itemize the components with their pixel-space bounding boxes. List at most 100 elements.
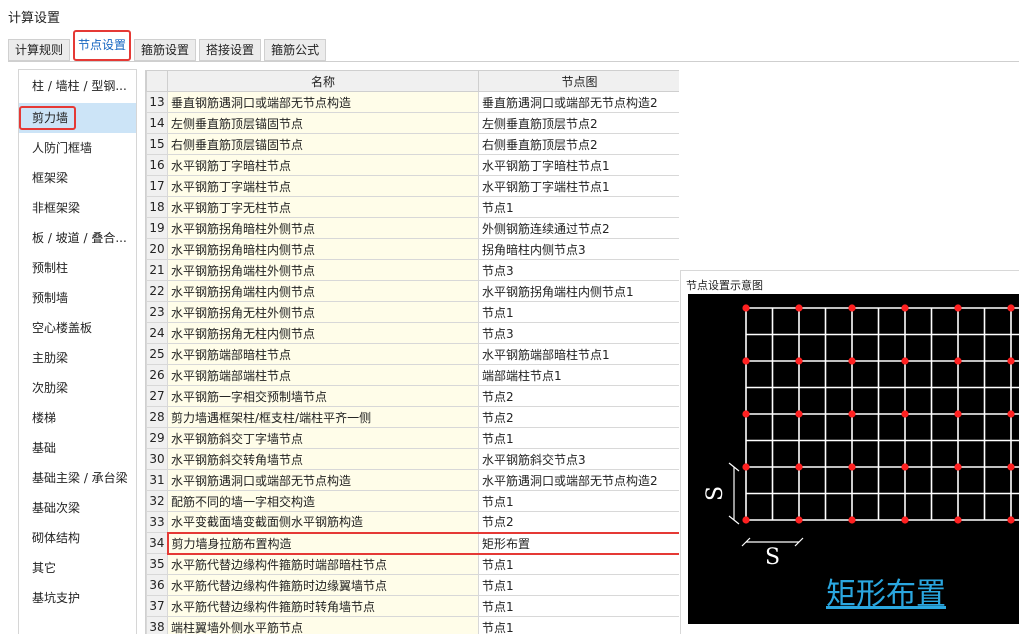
table-row[interactable]: 16 水平钢筋丁字暗柱节点 水平钢筋丁字暗柱节点1	[146, 154, 679, 176]
sidebar-item[interactable]: 框架梁	[19, 163, 136, 193]
sidebar-item[interactable]: 预制墙	[19, 283, 136, 313]
sidebar-item[interactable]: 次肋梁	[19, 373, 136, 403]
row-node[interactable]: 节点1	[478, 490, 679, 512]
sidebar-item[interactable]: 空心楼盖板	[19, 313, 136, 343]
row-name[interactable]: 水平钢筋丁字暗柱节点	[167, 154, 479, 176]
sidebar-item[interactable]: 主肋梁	[19, 343, 136, 373]
row-name[interactable]: 水平筋代替边缘构件箍筋时端部暗柱节点	[167, 553, 479, 575]
row-node[interactable]: 节点1	[478, 427, 679, 449]
table-row[interactable]: 32 配筋不同的墙一字相交构造 节点1	[146, 490, 679, 512]
row-name[interactable]: 水平钢筋遇洞口或端部无节点构造	[167, 469, 479, 491]
row-node[interactable]: 节点1	[478, 595, 679, 617]
row-name[interactable]: 水平钢筋端部暗柱节点	[167, 343, 479, 365]
row-node[interactable]: 外侧钢筋连续通过节点2	[478, 217, 679, 239]
table-row[interactable]: 38 端柱翼墙外侧水平筋节点 节点1	[146, 616, 679, 634]
row-node[interactable]: 水平钢筋斜交节点3	[478, 448, 679, 470]
row-name[interactable]: 水平钢筋拐角暗柱外侧节点	[167, 217, 479, 239]
table-row[interactable]: 27 水平钢筋一字相交预制墙节点 节点2	[146, 385, 679, 407]
row-name[interactable]: 水平钢筋拐角无柱外侧节点	[167, 301, 479, 323]
row-node[interactable]: 水平钢筋端部暗柱节点1	[478, 343, 679, 365]
row-name[interactable]: 垂直钢筋遇洞口或端部无节点构造	[167, 91, 479, 113]
row-name[interactable]: 水平钢筋斜交转角墙节点	[167, 448, 479, 470]
row-name[interactable]: 水平变截面墙变截面侧水平钢筋构造	[167, 511, 479, 533]
row-node[interactable]: 水平钢筋丁字暗柱节点1	[478, 154, 679, 176]
table-row[interactable]: 22 水平钢筋拐角端柱内侧节点 水平钢筋拐角端柱内侧节点1	[146, 280, 679, 302]
row-node[interactable]: 节点2	[478, 511, 679, 533]
table-row[interactable]: 20 水平钢筋拐角暗柱内侧节点 拐角暗柱内侧节点3	[146, 238, 679, 260]
table-row[interactable]: 21 水平钢筋拐角端柱外侧节点 节点3	[146, 259, 679, 281]
row-name[interactable]: 水平钢筋端部端柱节点	[167, 364, 479, 386]
tab-lap-settings[interactable]: 搭接设置	[199, 39, 262, 61]
row-name[interactable]: 端柱翼墙外侧水平筋节点	[167, 616, 479, 634]
row-name[interactable]: 水平钢筋丁字端柱节点	[167, 175, 479, 197]
row-name[interactable]: 左侧垂直筋顶层锚固节点	[167, 112, 479, 134]
row-name[interactable]: 水平钢筋拐角端柱内侧节点	[167, 280, 479, 302]
row-node[interactable]: 水平筋遇洞口或端部无节点构造2	[478, 469, 679, 491]
table-row[interactable]: 31 水平钢筋遇洞口或端部无节点构造 水平筋遇洞口或端部无节点构造2	[146, 469, 679, 491]
row-name[interactable]: 右侧垂直筋顶层锚固节点	[167, 133, 479, 155]
header-name[interactable]: 名称	[167, 70, 479, 92]
row-name[interactable]: 剪力墙遇框架柱/框支柱/端柱平齐一侧	[167, 406, 479, 428]
row-node[interactable]: 垂直筋遇洞口或端部无节点构造2	[478, 91, 679, 113]
tab-stirrup-formula[interactable]: 箍筋公式	[264, 39, 327, 61]
row-node[interactable]: 水平钢筋丁字端柱节点1	[478, 175, 679, 197]
row-node[interactable]: 拐角暗柱内侧节点3	[478, 238, 679, 260]
row-name[interactable]: 水平钢筋拐角暗柱内侧节点	[167, 238, 479, 260]
table-row[interactable]: 17 水平钢筋丁字端柱节点 水平钢筋丁字端柱节点1	[146, 175, 679, 197]
table-row[interactable]: 15 右侧垂直筋顶层锚固节点 右侧垂直筋顶层节点2	[146, 133, 679, 155]
row-name[interactable]: 水平筋代替边缘构件箍筋时边缘翼墙节点	[167, 574, 479, 596]
row-name[interactable]: 水平钢筋丁字无柱节点	[167, 196, 479, 218]
sidebar-item[interactable]: 楼梯	[19, 403, 136, 433]
table-row[interactable]: 30 水平钢筋斜交转角墙节点 水平钢筋斜交节点3	[146, 448, 679, 470]
table-row[interactable]: 18 水平钢筋丁字无柱节点 节点1	[146, 196, 679, 218]
sidebar-item[interactable]: 基坑支护	[19, 583, 136, 613]
table-row[interactable]: 25 水平钢筋端部暗柱节点 水平钢筋端部暗柱节点1	[146, 343, 679, 365]
sidebar-item[interactable]: 基础	[19, 433, 136, 463]
tab-calc-rules[interactable]: 计算规则	[8, 39, 71, 61]
row-name[interactable]: 水平钢筋一字相交预制墙节点	[167, 385, 479, 407]
sidebar-item[interactable]: 板 / 坡道 / 叠合...	[19, 223, 136, 253]
sidebar-item[interactable]: 基础主梁 / 承台梁	[19, 463, 136, 493]
row-node[interactable]: 水平钢筋拐角端柱内侧节点1	[478, 280, 679, 302]
row-node[interactable]: 矩形布置	[478, 531, 679, 555]
row-node[interactable]: 节点1	[478, 196, 679, 218]
row-node[interactable]: 节点1	[478, 553, 679, 575]
sidebar-item[interactable]: 其它	[19, 553, 136, 583]
row-name[interactable]: 水平筋代替边缘构件箍筋时转角墙节点	[167, 595, 479, 617]
row-node[interactable]: 左侧垂直筋顶层节点2	[478, 112, 679, 134]
table-row[interactable]: 35 水平筋代替边缘构件箍筋时端部暗柱节点 节点1	[146, 553, 679, 575]
tab-node-settings[interactable]: 节点设置	[73, 30, 132, 61]
row-name[interactable]: 水平钢筋斜交丁字墙节点	[167, 427, 479, 449]
sidebar-item[interactable]: 非框架梁	[19, 193, 136, 223]
sidebar-item[interactable]: 基础次梁	[19, 493, 136, 523]
header-node[interactable]: 节点图	[478, 70, 679, 92]
row-name[interactable]: 水平钢筋拐角端柱外侧节点	[167, 259, 479, 281]
table-row[interactable]: 36 水平筋代替边缘构件箍筋时边缘翼墙节点 节点1	[146, 574, 679, 596]
table-row[interactable]: 13 垂直钢筋遇洞口或端部无节点构造 垂直筋遇洞口或端部无节点构造2	[146, 91, 679, 113]
row-node[interactable]: 右侧垂直筋顶层节点2	[478, 133, 679, 155]
table-row[interactable]: 29 水平钢筋斜交丁字墙节点 节点1	[146, 427, 679, 449]
row-node[interactable]: 节点3	[478, 259, 679, 281]
table-row[interactable]: 37 水平筋代替边缘构件箍筋时转角墙节点 节点1	[146, 595, 679, 617]
table-row[interactable]: 34 剪力墙身拉筋布置构造 矩形布置	[146, 531, 679, 555]
row-node[interactable]: 节点1	[478, 301, 679, 323]
sidebar-item[interactable]: 预制柱	[19, 253, 136, 283]
table-row[interactable]: 14 左侧垂直筋顶层锚固节点 左侧垂直筋顶层节点2	[146, 112, 679, 134]
table-row[interactable]: 23 水平钢筋拐角无柱外侧节点 节点1	[146, 301, 679, 323]
table-row[interactable]: 19 水平钢筋拐角暗柱外侧节点 外侧钢筋连续通过节点2	[146, 217, 679, 239]
table-row[interactable]: 24 水平钢筋拐角无柱内侧节点 节点3	[146, 322, 679, 344]
table-row[interactable]: 26 水平钢筋端部端柱节点 端部端柱节点1	[146, 364, 679, 386]
tab-stirrup-settings[interactable]: 箍筋设置	[134, 39, 197, 61]
sidebar-item[interactable]: 柱 / 墙柱 / 型钢...	[19, 70, 136, 103]
row-node[interactable]: 节点3	[478, 322, 679, 344]
table-row[interactable]: 28 剪力墙遇框架柱/框支柱/端柱平齐一侧 节点2	[146, 406, 679, 428]
sidebar-item[interactable]: 砌体结构	[19, 523, 136, 553]
row-name[interactable]: 水平钢筋拐角无柱内侧节点	[167, 322, 479, 344]
row-node[interactable]: 节点2	[478, 406, 679, 428]
row-node[interactable]: 节点1	[478, 574, 679, 596]
row-name[interactable]: 剪力墙身拉筋布置构造	[166, 531, 479, 555]
row-name[interactable]: 配筋不同的墙一字相交构造	[167, 490, 479, 512]
table-row[interactable]: 33 水平变截面墙变截面侧水平钢筋构造 节点2	[146, 511, 679, 533]
sidebar-item[interactable]: 剪力墙	[19, 103, 136, 133]
row-node[interactable]: 节点2	[478, 385, 679, 407]
